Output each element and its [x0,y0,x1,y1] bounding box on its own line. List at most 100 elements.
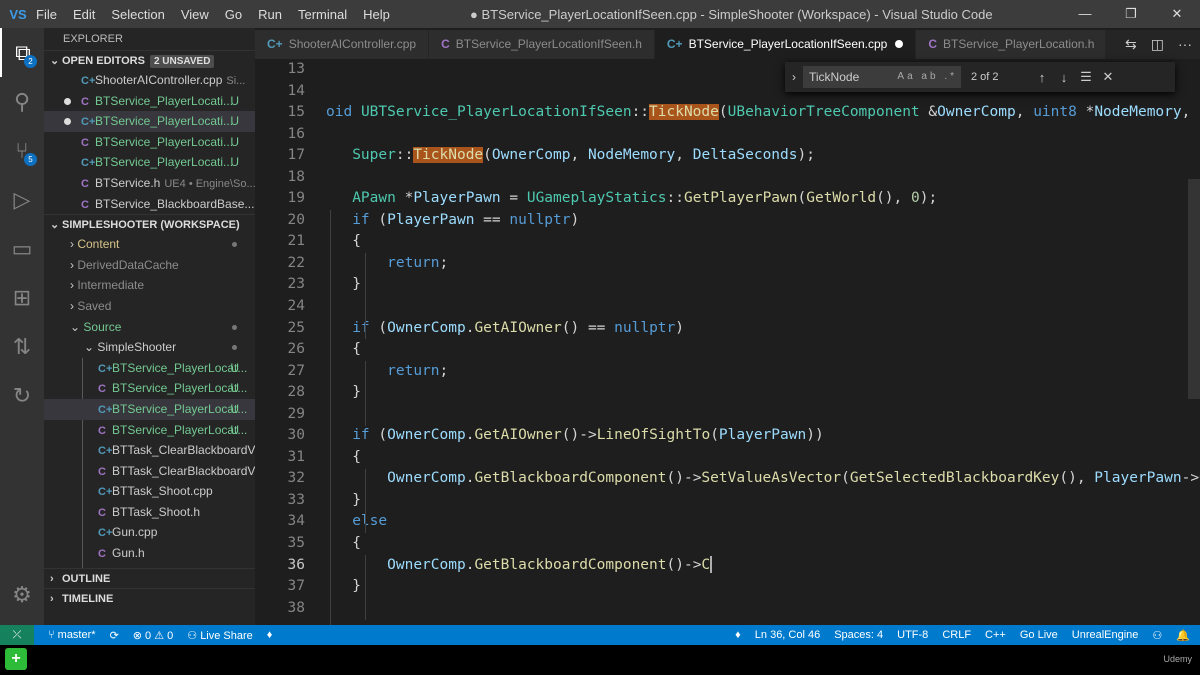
code-line-content: { [326,449,361,465]
status-item-8[interactable]: ⚇ [1152,629,1162,642]
code-token: * [1076,104,1095,121]
open-editor-item[interactable]: C+BTService_PlayerLocati... U [44,152,255,173]
status-item-9[interactable]: 🔔 [1176,629,1190,642]
code-area[interactable]: void UBTService_PlayerLocationIfSeen::Ti… [326,59,1200,619]
folder-tree-item[interactable]: › DerivedDataCache [44,255,255,276]
status-item-0[interactable]: ♦ [735,629,741,642]
flame-icon[interactable]: ♦ [267,629,273,641]
code-line-content: } [326,276,361,292]
close-find-icon[interactable]: ✕ [1097,69,1119,85]
next-match-icon[interactable]: ↓ [1053,70,1075,85]
open-changes-icon[interactable]: ⇆ [1125,30,1137,59]
status-item-6[interactable]: Go Live [1020,629,1058,642]
close-button[interactable]: ✕ [1154,0,1200,28]
file-tree-item[interactable]: C+MyPawn.cpp [44,564,255,569]
folder-tree-item[interactable]: ⌄ SimpleShooter [44,337,255,358]
explorer-sidebar: EXPLORER ⌄ OPEN EDITORS 2 UNSAVED C+Shoote… [44,28,255,625]
search-icon[interactable]: ⚲ [0,77,44,126]
find-options[interactable]: Aa ab .* [897,66,957,88]
tab-btservice-playerlocationifseen-h[interactable]: C BTService_PlayerLocationIfSeen.h [429,30,655,59]
file-tree-item[interactable]: C BTTask_ClearBlackboardVal... [44,461,255,482]
menu-run[interactable]: Run [258,7,282,22]
unsaved-badge: 2 UNSAVED [149,55,215,68]
status-item-1[interactable]: Ln 36, Col 46 [755,629,820,642]
file-tree-item[interactable]: C Gun.h [44,543,255,564]
menu-edit[interactable]: Edit [73,7,95,22]
code-token: ); [919,190,938,207]
status-item-3[interactable]: UTF-8 [897,629,928,642]
status-item-5[interactable]: C++ [985,629,1006,642]
source-control-icon[interactable]: ⑂ 5 [0,126,44,175]
maximize-button[interactable]: ❐ [1108,0,1154,28]
remote-explorer-icon[interactable]: ▭ [0,224,44,273]
open-editor-item[interactable]: C BTService.h UE4 • Engine\So... [44,173,255,194]
menu-selection[interactable]: Selection [111,7,164,22]
header-file-icon: C [98,506,106,519]
more-actions-icon[interactable]: ··· [1178,30,1192,59]
item-name: Gun.h [112,546,145,561]
menu-file[interactable]: File [36,7,57,22]
live-share-button[interactable]: ⚇ Live Share [187,629,253,642]
pull-requests-icon[interactable]: ⇅ [0,322,44,371]
menu-terminal[interactable]: Terminal [298,7,347,22]
status-item-4[interactable]: CRLF [942,629,971,642]
live-share-icon[interactable]: ↻ [0,371,44,420]
file-tree-item[interactable]: C+BTService_PlayerLocat... U [44,358,255,379]
file-tree-item[interactable]: C BTService_PlayerLocat... U [44,378,255,399]
chevron-down-icon: ⌄ [50,55,60,67]
code-token: { [352,341,361,358]
scm-badge: 5 [24,153,37,166]
file-tree-item[interactable]: C BTTask_Shoot.h [44,502,255,523]
code-editor[interactable]: 13 14 15 16 17 18 19 20 21 22 23 24 25 26 27 28 29 30 31 32… [255,59,1200,625]
open-editor-item[interactable]: C BTService_BlackboardBase... [44,194,255,215]
menu-view[interactable]: View [181,7,209,22]
file-tree-item[interactable]: C BTService_PlayerLocat... U [44,420,255,441]
folder-tree-item[interactable]: ⌄ Source [44,317,255,338]
file-tree-item[interactable]: C+BTTask_ClearBlackboardVal... [44,440,255,461]
code-line-content: void UBTService_PlayerLocationIfSeen::Ti… [326,104,1200,121]
folder-tree-item[interactable]: › Intermediate [44,275,255,296]
settings-gear-icon[interactable]: ⚙ [0,570,44,619]
open-editor-item[interactable]: C+ShooterAIController.cpp Si... [44,70,255,91]
git-branch[interactable]: ⑂ master* [48,629,96,641]
unsaved-dot-icon[interactable] [895,40,904,48]
menu-help[interactable]: Help [363,7,390,22]
problems-indicator[interactable]: ⊗ 0 ⚠ 0 [133,629,173,642]
extensions-icon[interactable]: ⊞ [0,273,44,322]
code-token: ( [841,470,850,487]
toggle-replace-icon[interactable]: › [785,70,803,84]
minimize-button[interactable]: — [1062,0,1108,28]
remote-indicator[interactable]: ⤫ [0,625,34,645]
open-editors-header[interactable]: ⌄ OPEN EDITORS 2 UNSAVED [44,50,255,70]
file-tree-item[interactable]: C+Gun.cpp [44,522,255,543]
app-icon[interactable]: + [5,648,27,670]
workspace-header[interactable]: ⌄ SIMPLESHOOTER (WORKSPACE) [44,214,255,234]
folder-tree-item[interactable]: › Content [44,234,255,255]
code-token: nullptr [509,211,571,228]
tab-btservice-playerlocation-h[interactable]: C BTService_PlayerLocation.h [916,30,1107,59]
file-tree-item[interactable]: C+BTService_PlayerLocat... U [44,398,255,420]
explorer-icon[interactable]: ⧉ 2 [0,28,44,77]
run-debug-icon[interactable]: ▷ [0,175,44,224]
status-item-7[interactable]: UnrealEngine [1072,629,1139,642]
open-editor-item[interactable]: C+BTService_PlayerLocati... U [44,111,255,132]
code-token: ) [675,319,684,336]
outline-header[interactable]: › OUTLINE [44,568,255,588]
find-in-selection-icon[interactable]: ☰ [1075,69,1097,85]
file-tree-item[interactable]: C+BTTask_Shoot.cpp [44,481,255,502]
menu-go[interactable]: Go [225,7,242,22]
open-editor-item[interactable]: C BTService_PlayerLocati... U [44,132,255,153]
folder-tree-item[interactable]: › Saved [44,296,255,317]
code-line: Super::TickNode(OwnerComp, NodeMemory, D… [326,145,1200,167]
status-item-2[interactable]: Spaces: 4 [834,629,883,642]
sync-icon[interactable]: ⟳ [110,629,119,642]
find-input[interactable]: TickNode Aa ab .* [803,66,961,88]
tab-shooteraicontroller-cpp[interactable]: C+ ShooterAIController.cpp [255,30,430,59]
timeline-header[interactable]: › TIMELINE [44,588,255,608]
open-editor-item[interactable]: C BTService_PlayerLocati... U [44,91,255,112]
split-editor-icon[interactable]: ◫ [1151,30,1164,59]
tab-btservice-playerlocationifseen-cpp[interactable]: C+ BTService_PlayerLocationIfSeen.cpp [654,30,917,59]
previous-match-icon[interactable]: ↑ [1031,70,1053,85]
editor-scrollbar[interactable] [1188,179,1200,399]
